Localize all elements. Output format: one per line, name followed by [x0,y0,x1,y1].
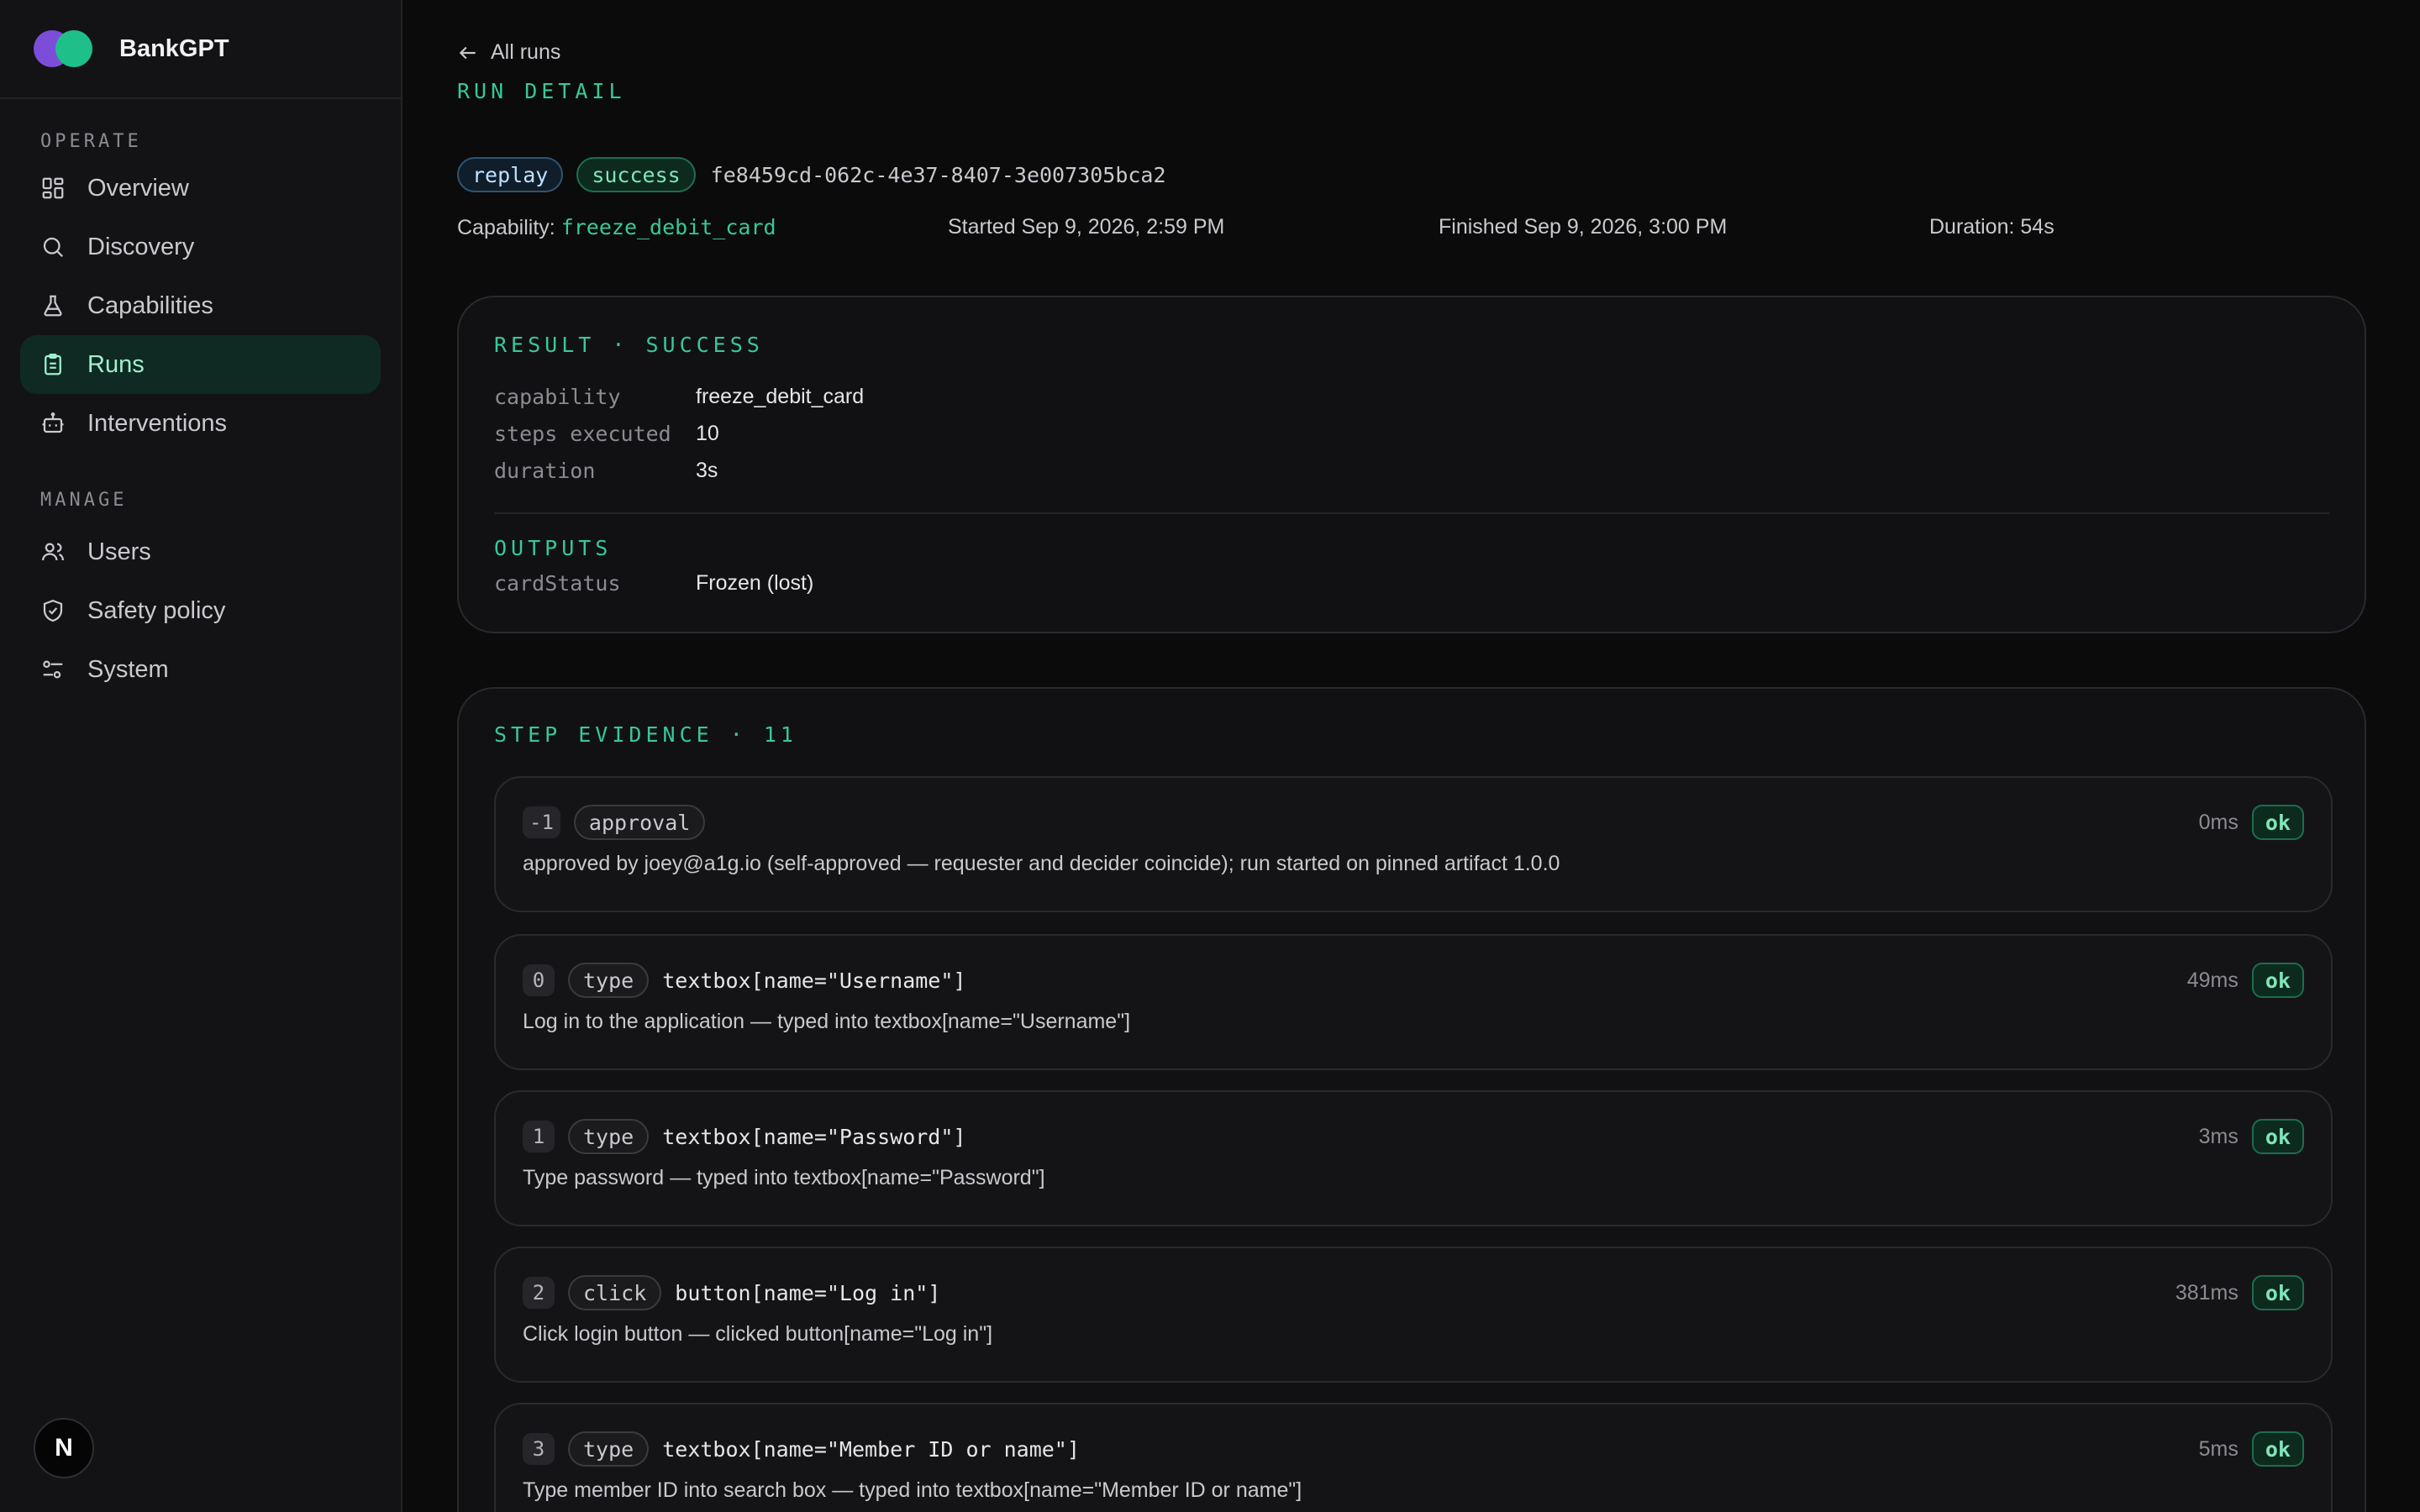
step-target: textbox[name="Member ID or name"] [662,1436,1080,1462]
step-index: 0 [523,964,555,996]
result-value: freeze_debit_card [696,385,865,408]
page-eyebrow: RUN DETAIL [457,79,626,103]
arrow-left-icon [459,46,476,59]
result-value: 3s [696,459,718,482]
back-link[interactable]: All runs [457,40,560,65]
output-row: cardStatus Frozen (lost) [494,571,813,596]
grid-icon [42,177,64,199]
result-title: RESULT · SUCCESS [494,333,764,357]
result-value: 10 [696,422,719,445]
sidebar-item-users[interactable]: Users [20,522,381,581]
result-row: capability freeze_debit_card [494,385,864,409]
section-label-operate: OPERATE [40,131,142,152]
sidebar-item-discovery[interactable]: Discovery [20,218,381,276]
sidebar-item-system[interactable]: System [20,640,381,699]
step-action: type [568,1431,650,1467]
step-status-badge: ok [2251,1275,2304,1310]
step-target: textbox[name="Username"] [662,968,966,993]
sidebar-item-label: Interventions [87,409,228,437]
result-key: capability [494,385,621,409]
sidebar-item-capabilities[interactable]: Capabilities [20,276,381,335]
step-item[interactable]: -1 approval 0ms ok approved by joey@a1g.… [494,776,2333,912]
sliders-icon [43,660,63,679]
sidebar-item-label: Users [87,538,151,565]
step-index: -1 [523,806,560,838]
step-item[interactable]: 1 type textbox[name="Password"] 3ms ok T… [494,1090,2333,1226]
run-meta: replay success fe8459cd-062c-4e37-8407-3… [457,157,1166,192]
step-duration: 0ms [2198,810,2238,834]
step-action: click [568,1275,662,1310]
step-evidence-card: STEP EVIDENCE · 11 -1 approval 0ms ok ap… [457,687,2366,1512]
capability-link[interactable]: freeze_debit_card [561,215,776,239]
step-item[interactable]: 2 click button[name="Log in"] 381ms ok C… [494,1247,2333,1383]
step-description: Type member ID into search box — typed i… [523,1478,1302,1502]
finished-at: Finished Sep 9, 2026, 3:00 PM [1439,215,1728,239]
users-icon [42,543,64,561]
run-id: fe8459cd-062c-4e37-8407-3e007305bca2 [710,162,1166,187]
divider [494,512,2329,514]
capability-label: Capability: [457,216,555,239]
status-badge: success [576,157,696,192]
result-card: RESULT · SUCCESS capability freeze_debit… [457,296,2366,633]
run-duration: Duration: 54s [1929,215,2054,239]
user-avatar[interactable]: N [34,1418,94,1478]
result-key: duration [494,459,596,483]
step-target: button[name="Log in"] [675,1280,941,1305]
step-description: Click login button — clicked button[name… [523,1322,993,1346]
outputs-title: OUTPUTS [494,536,613,560]
step-status-badge: ok [2251,963,2304,998]
sidebar-item-label: Capabilities [87,291,213,319]
step-action: approval [573,805,706,840]
result-key: steps executed [494,422,671,446]
step-status-badge: ok [2251,805,2304,840]
sidebar-item-label: Discovery [87,233,195,260]
brand-logo [34,30,92,67]
step-action: type [568,1119,650,1154]
step-action: type [568,963,650,998]
step-item[interactable]: 3 type textbox[name="Member ID or name"]… [494,1403,2333,1512]
capability-info: Capability: freeze_debit_card [457,215,776,240]
step-duration: 381ms [2175,1280,2238,1305]
brand[interactable]: BankGPT [0,0,401,99]
section-label-manage: MANAGE [40,490,128,511]
clipboard-icon [45,354,61,375]
shield-icon [43,599,63,622]
sidebar-item-runs[interactable]: Runs [20,335,381,394]
result-row: duration 3s [494,459,718,483]
step-duration: 5ms [2198,1436,2238,1461]
robot-icon [42,412,64,433]
step-index: 2 [523,1277,555,1309]
sidebar: BankGPT OPERATE Overview Discovery Capab… [0,0,402,1512]
result-row: steps executed 10 [494,422,719,446]
sidebar-item-overview[interactable]: Overview [20,159,381,218]
sidebar-item-label: Overview [87,174,189,202]
sidebar-item-interventions[interactable]: Interventions [20,394,381,453]
step-duration: 3ms [2198,1124,2238,1148]
step-index: 1 [523,1121,555,1152]
step-target: textbox[name="Password"] [662,1124,966,1149]
search-icon [43,237,64,258]
step-evidence-title: STEP EVIDENCE · 11 [494,722,797,747]
step-description: Type password — typed into textbox[name=… [523,1166,1045,1189]
sidebar-item-safety-policy[interactable]: Safety policy [20,581,381,640]
back-link-label: All runs [491,40,561,64]
step-description: approved by joey@a1g.io (self-approved —… [523,852,1560,875]
step-status-badge: ok [2251,1431,2304,1467]
step-item[interactable]: 0 type textbox[name="Username"] 49ms ok … [494,934,2333,1070]
step-duration: 49ms [2186,968,2238,992]
started-at: Started Sep 9, 2026, 2:59 PM [948,215,1225,239]
output-value: Frozen (lost) [696,571,814,595]
brand-name: BankGPT [119,34,229,62]
flask-icon [44,295,62,317]
sidebar-item-label: System [87,655,169,683]
output-key: cardStatus [494,571,621,596]
mode-badge: replay [457,157,564,192]
sidebar-item-label: Runs [87,350,145,378]
step-status-badge: ok [2251,1119,2304,1154]
step-description: Log in to the application — typed into t… [523,1010,1131,1033]
sidebar-item-label: Safety policy [87,596,226,624]
step-index: 3 [523,1433,555,1465]
